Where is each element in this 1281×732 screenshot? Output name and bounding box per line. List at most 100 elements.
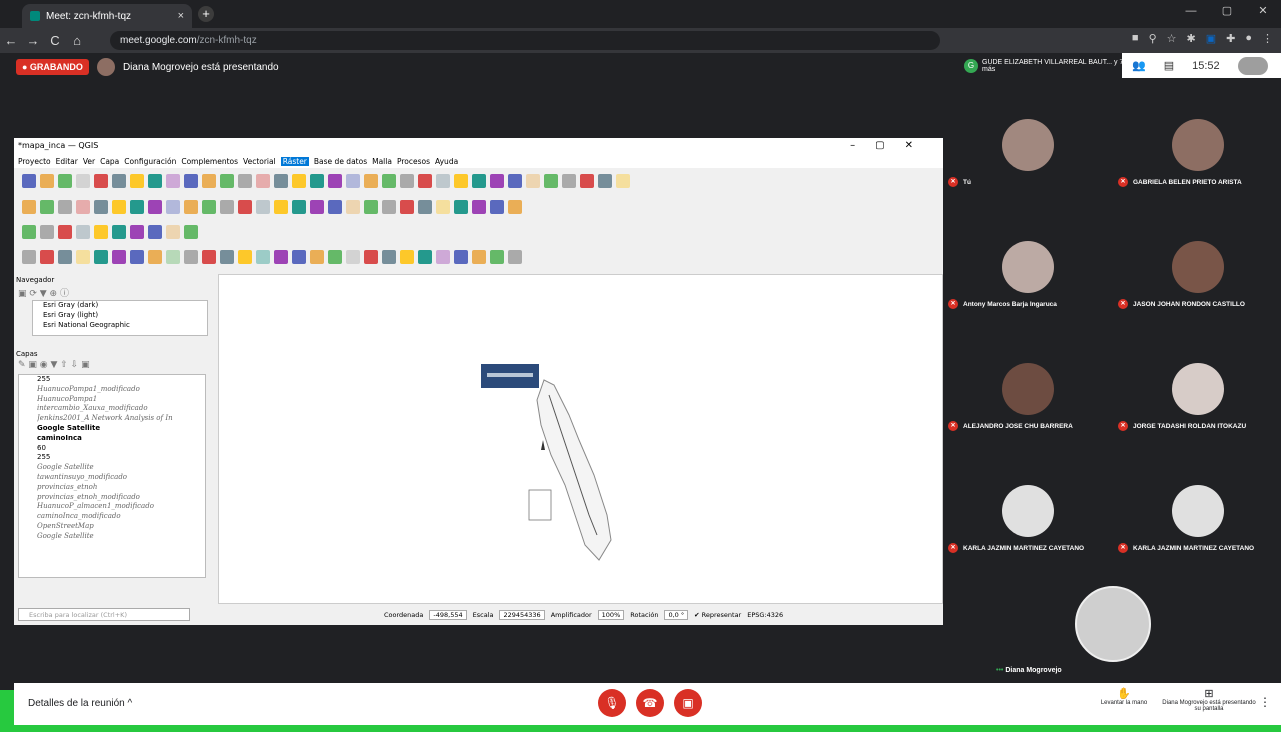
hang-up-button[interactable]: ☎ [636,689,664,717]
tool-icon[interactable] [112,174,126,188]
tool-icon[interactable] [436,174,450,188]
layer-item[interactable]: HuanucoPampa1 [37,395,205,405]
new-tab-button[interactable]: + [198,6,214,22]
tool-icon[interactable] [184,200,198,214]
tool-icon[interactable] [256,200,270,214]
tool-icon[interactable] [436,250,450,264]
tool-icon[interactable] [58,250,72,264]
tool-icon[interactable] [490,200,504,214]
tool-icon[interactable] [238,174,252,188]
linkedin-icon[interactable]: ▣ [1206,32,1216,45]
tool-icon[interactable] [292,200,306,214]
locator-search[interactable]: Escriba para localizar (Ctrl+K) [18,608,190,621]
layer-item[interactable]: tawantinsuyo_modificado [37,473,205,483]
menu-capa[interactable]: Capa [100,157,119,166]
tool-icon[interactable] [76,225,90,239]
back-icon[interactable]: ← [0,33,22,48]
tool-icon[interactable] [58,174,72,188]
layer-item[interactable]: 60 [37,444,205,454]
tool-icon[interactable] [202,200,216,214]
meeting-details-button[interactable]: Detalles de la reunión ^ [28,698,132,709]
tool-icon[interactable] [238,250,252,264]
tool-icon[interactable] [22,200,36,214]
layer-item[interactable]: HuanucoP_almacen1_modificado [37,502,205,512]
tool-icon[interactable] [40,174,54,188]
tool-icon[interactable] [40,200,54,214]
browser-item[interactable]: Esri Gray (light) [43,311,207,321]
tool-icon[interactable] [400,174,414,188]
tool-icon[interactable] [364,174,378,188]
maximize-icon[interactable]: ▢ [1209,0,1245,24]
tool-icon[interactable] [418,200,432,214]
close-window-icon[interactable]: ✕ [1245,0,1281,24]
tool-icon[interactable] [76,174,90,188]
puzzle-icon[interactable]: ✚ [1226,32,1235,45]
menu-editar[interactable]: Editar [56,157,78,166]
tool-icon[interactable] [346,174,360,188]
browser-panel-tools[interactable]: ▣ ⟳ ▼ ⊕ ⓘ [14,286,218,300]
tool-icon[interactable] [166,200,180,214]
tool-icon[interactable] [400,250,414,264]
tool-icon[interactable] [94,225,108,239]
tool-icon[interactable] [400,200,414,214]
tool-icon[interactable] [274,250,288,264]
tool-icon[interactable] [310,250,324,264]
menu-vectorial[interactable]: Vectorial [243,157,276,166]
tool-icon[interactable] [310,200,324,214]
tool-icon[interactable] [490,250,504,264]
layer-item[interactable]: Google Satellite [37,424,205,434]
tool-icon[interactable] [418,250,432,264]
tool-icon[interactable] [472,200,486,214]
tool-icon[interactable] [76,200,90,214]
present-button[interactable]: ⊞ Diana Mogrovejo está presentando su pan… [1159,687,1259,712]
tool-icon[interactable] [472,250,486,264]
tool-icon[interactable] [472,174,486,188]
tool-icon[interactable] [166,250,180,264]
tool-icon[interactable] [166,225,180,239]
tool-icon[interactable] [616,174,630,188]
menu-proyecto[interactable]: Proyecto [18,157,51,166]
tool-icon[interactable] [346,200,360,214]
menu-complementos[interactable]: Complementos [181,157,238,166]
crs-button[interactable]: EPSG:4326 [747,611,783,619]
magnifier-field[interactable]: 100% [597,609,625,620]
mic-off-button[interactable]: 🎙 [598,689,626,717]
menu-malla[interactable]: Malla [372,157,392,166]
browser-item[interactable]: Esri Gray (dark) [43,301,207,311]
tool-icon[interactable] [22,250,36,264]
tool-icon[interactable] [436,200,450,214]
tool-icon[interactable] [202,250,216,264]
tool-icon[interactable] [22,225,36,239]
tool-icon[interactable] [508,200,522,214]
tool-icon[interactable] [364,200,378,214]
people-icon[interactable]: 👥 [1132,59,1146,72]
layer-item[interactable]: Jenkins2001_A Network Analysis of In [37,414,205,424]
layer-item[interactable]: caminoInca [37,434,205,444]
tool-icon[interactable] [220,174,234,188]
tool-icon[interactable] [40,250,54,264]
extension-icon[interactable]: ✱ [1187,32,1196,45]
tool-icon[interactable] [328,174,342,188]
tool-icon[interactable] [112,225,126,239]
tool-icon[interactable] [508,250,522,264]
tool-icon[interactable] [184,225,198,239]
layer-item[interactable]: provincias_etnoh [37,483,205,493]
url-field[interactable]: meet.google.com/zcn-kfmh-tqz [110,31,940,50]
tool-icon[interactable] [454,200,468,214]
tool-icon[interactable] [94,174,108,188]
browser-tab[interactable]: Meet: zcn-kfmh-tqz × [22,4,192,28]
tool-icon[interactable] [202,174,216,188]
zoom-icon[interactable]: ⚲ [1149,32,1157,45]
tool-icon[interactable] [544,174,558,188]
menu-ayuda[interactable]: Ayuda [435,157,458,166]
menu-ver[interactable]: Ver [83,157,95,166]
menu-configuracion[interactable]: Configuración [124,157,176,166]
browser-tree[interactable]: Esri Gray (dark) Esri Gray (light) Esri … [32,300,208,336]
tool-icon[interactable] [148,225,162,239]
tool-icon[interactable] [130,200,144,214]
layer-item[interactable]: OpenStreetMap [37,522,205,532]
tool-icon[interactable] [580,174,594,188]
tool-icon[interactable] [40,225,54,239]
tool-icon[interactable] [166,174,180,188]
star-icon[interactable]: ☆ [1167,32,1177,45]
